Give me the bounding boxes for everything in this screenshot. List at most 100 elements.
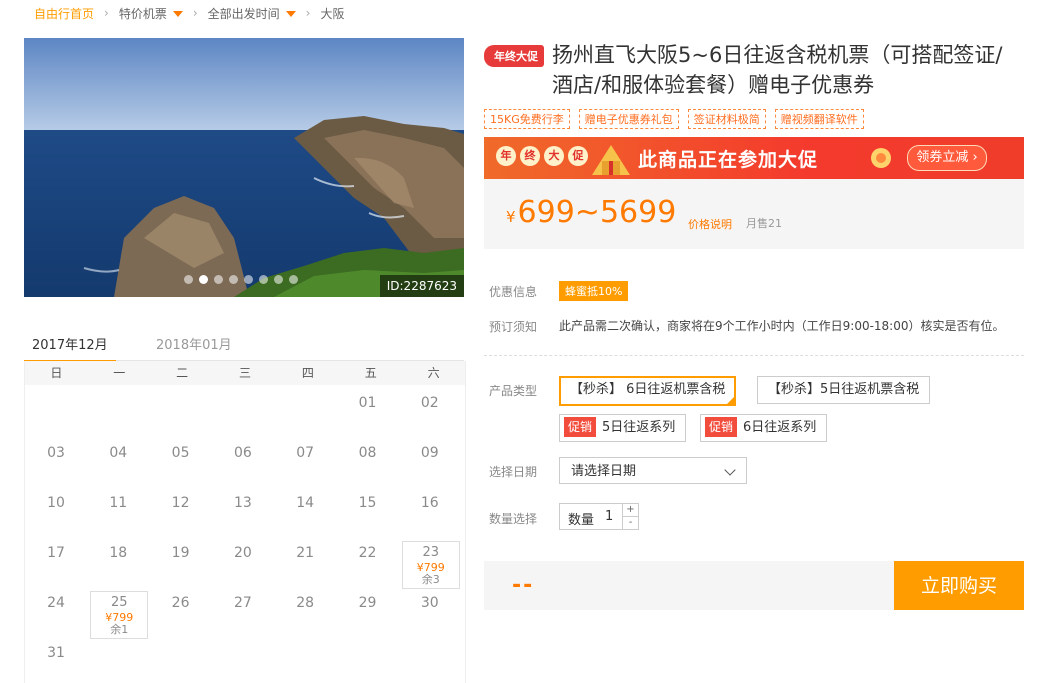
notice-label: 预订须知: [489, 320, 538, 334]
breadcrumb-separator: ›: [104, 6, 109, 20]
quantity-stepper: 数量 1 + -: [559, 503, 639, 530]
calendar-day: 22: [358, 545, 377, 561]
promo-banner[interactable]: 年 终 大 促 此商品正在参加大促 领券立减 ›: [484, 137, 1024, 179]
carousel-dot[interactable]: [289, 275, 298, 284]
currency-symbol: ¥: [506, 208, 516, 226]
day-remaining: 余3: [421, 573, 440, 586]
firework-icon: [871, 148, 891, 168]
day-number: 23: [422, 545, 440, 560]
promo-option-label: 5日往返系列: [602, 420, 676, 435]
increment-button[interactable]: +: [622, 504, 638, 516]
carousel-dot[interactable]: [229, 275, 238, 284]
breadcrumb-flight-dropdown[interactable]: 特价机票: [119, 5, 183, 22]
buy-now-button[interactable]: 立即购买: [894, 561, 1024, 610]
calendar-day: 06: [233, 445, 252, 461]
calendar-month-tabs: 2017年12月 2018年01月: [24, 330, 464, 363]
breadcrumb-separator: ›: [192, 6, 198, 20]
date-select-value: 请选择日期: [571, 464, 637, 479]
date-select[interactable]: 请选择日期: [559, 457, 747, 484]
carousel-dot[interactable]: [244, 275, 253, 284]
calendar-day: 28: [296, 595, 315, 611]
calendar-day: 30: [420, 595, 439, 611]
calendar-day: 24: [47, 595, 65, 611]
calendar-day: 10: [47, 495, 65, 511]
calendar-day: 18: [109, 545, 128, 561]
calendar-day: 12: [171, 495, 190, 511]
weekday-label: 六: [427, 366, 440, 380]
product-photo[interactable]: ID:2287623: [24, 38, 464, 297]
calendar-day: 19: [171, 545, 190, 561]
banner-year-end-circles: 年 终 大 促: [496, 146, 588, 166]
weekday-label: 二: [176, 366, 189, 380]
promo-badge: 年终大促: [484, 45, 544, 67]
banner-circle-char: 终: [520, 146, 540, 166]
breadcrumb-flight-label: 特价机票: [118, 6, 167, 21]
breadcrumb-home-link[interactable]: 自由行首页: [34, 5, 94, 22]
carousel-dot[interactable]: [214, 275, 223, 284]
promo-option-label: 6日往返系列: [743, 420, 817, 435]
carousel-dot-active[interactable]: [199, 275, 208, 284]
date-label: 选择日期: [489, 465, 538, 479]
calendar-day: 05: [171, 445, 190, 461]
banner-circle-char: 年: [496, 146, 516, 166]
claim-coupon-button[interactable]: 领券立减 ›: [907, 145, 987, 171]
price-explanation-link[interactable]: 价格说明: [688, 216, 732, 232]
section-divider: [484, 355, 1024, 356]
total-price: --: [512, 573, 535, 598]
calendar-day-available[interactable]: 23 ¥799 余3: [401, 541, 460, 589]
feature-tag: 15KG免费行李: [484, 109, 570, 129]
calendar-day-available[interactable]: 25 ¥799 余1: [90, 591, 149, 639]
feature-tag: 赠视频翻译软件: [774, 109, 864, 129]
option-promo-6day[interactable]: 促销 6日往返系列: [700, 414, 828, 442]
option-flash-5day[interactable]: 【秒杀】5日往返机票含税: [757, 376, 931, 404]
calendar-day: 09: [420, 445, 439, 461]
calendar-day: 08: [358, 445, 377, 461]
day-number: 25: [111, 595, 128, 610]
product-type-label: 产品类型: [489, 384, 538, 398]
weekday-label: 一: [113, 366, 126, 380]
carousel-dot[interactable]: [274, 275, 283, 284]
calendar-grid: 日 一 二 三 四 五 六 01 02 03 04 05 06 07 08 09 10 11 12 13…: [24, 361, 466, 683]
calendar-day: 14: [296, 495, 315, 511]
quantity-value[interactable]: 1: [605, 509, 613, 524]
breadcrumb-time-dropdown[interactable]: 全部出发时间: [208, 5, 296, 22]
option-flash-6day[interactable]: 【秒杀】 6日往返机票含税: [559, 376, 737, 406]
weekday-header: 日 一 二 三 四 五 六: [25, 361, 465, 385]
calendar-day: 03: [47, 445, 65, 461]
day-remaining: 余1: [110, 623, 129, 636]
banner-circle-char: 大: [544, 146, 564, 166]
product-title: 扬州直飞大阪5~6日往返含税机票（可搭配签证/酒店/和服体验套餐）赠电子优惠券: [552, 43, 1003, 97]
option-promo-5day[interactable]: 促销 5日往返系列: [559, 414, 687, 442]
weekday-label: 日: [50, 366, 63, 380]
feature-tag: 赠电子优惠券礼包: [578, 109, 679, 129]
price-value: 699~5699: [517, 195, 677, 230]
discount-badge: 蜂蜜抵10%: [559, 281, 629, 301]
calendar-day: 17: [47, 545, 65, 561]
calendar-day: 20: [233, 545, 252, 561]
calendar-day: 26: [171, 595, 190, 611]
weekday-label: 四: [301, 366, 314, 380]
banner-circle-char: 促: [568, 146, 588, 166]
carousel-dot[interactable]: [259, 275, 268, 284]
weekday-label: 五: [364, 366, 377, 380]
calendar-day: 21: [296, 545, 315, 561]
carousel-dot[interactable]: [184, 275, 193, 284]
calendar-day: 11: [109, 495, 128, 511]
quantity-label: 数量选择: [489, 512, 538, 526]
tab-month-next[interactable]: 2018年01月: [156, 334, 232, 361]
monthly-sales: 月售21: [746, 217, 782, 230]
feature-tag: 签证材料极简: [687, 109, 766, 129]
breadcrumb-destination[interactable]: 大阪: [320, 5, 344, 22]
decrement-button[interactable]: -: [622, 516, 638, 529]
calendar-day: 27: [233, 595, 252, 611]
discount-label: 优惠信息: [489, 285, 538, 299]
breadcrumb-time-label: 全部出发时间: [207, 6, 280, 21]
coastline-photo: [24, 38, 464, 297]
price-panel: ¥699~5699 价格说明 月售21: [484, 179, 1024, 249]
carousel-dots: [184, 275, 298, 284]
tab-month-current[interactable]: 2017年12月: [24, 334, 116, 363]
banner-headline: 此商品正在参加大促: [638, 149, 819, 171]
photo-id-label: ID:2287623: [379, 275, 464, 297]
breadcrumb: 自由行首页 › 特价机票 › 全部出发时间 › 大阪: [34, 4, 345, 22]
calendar-day: 07: [296, 445, 315, 461]
